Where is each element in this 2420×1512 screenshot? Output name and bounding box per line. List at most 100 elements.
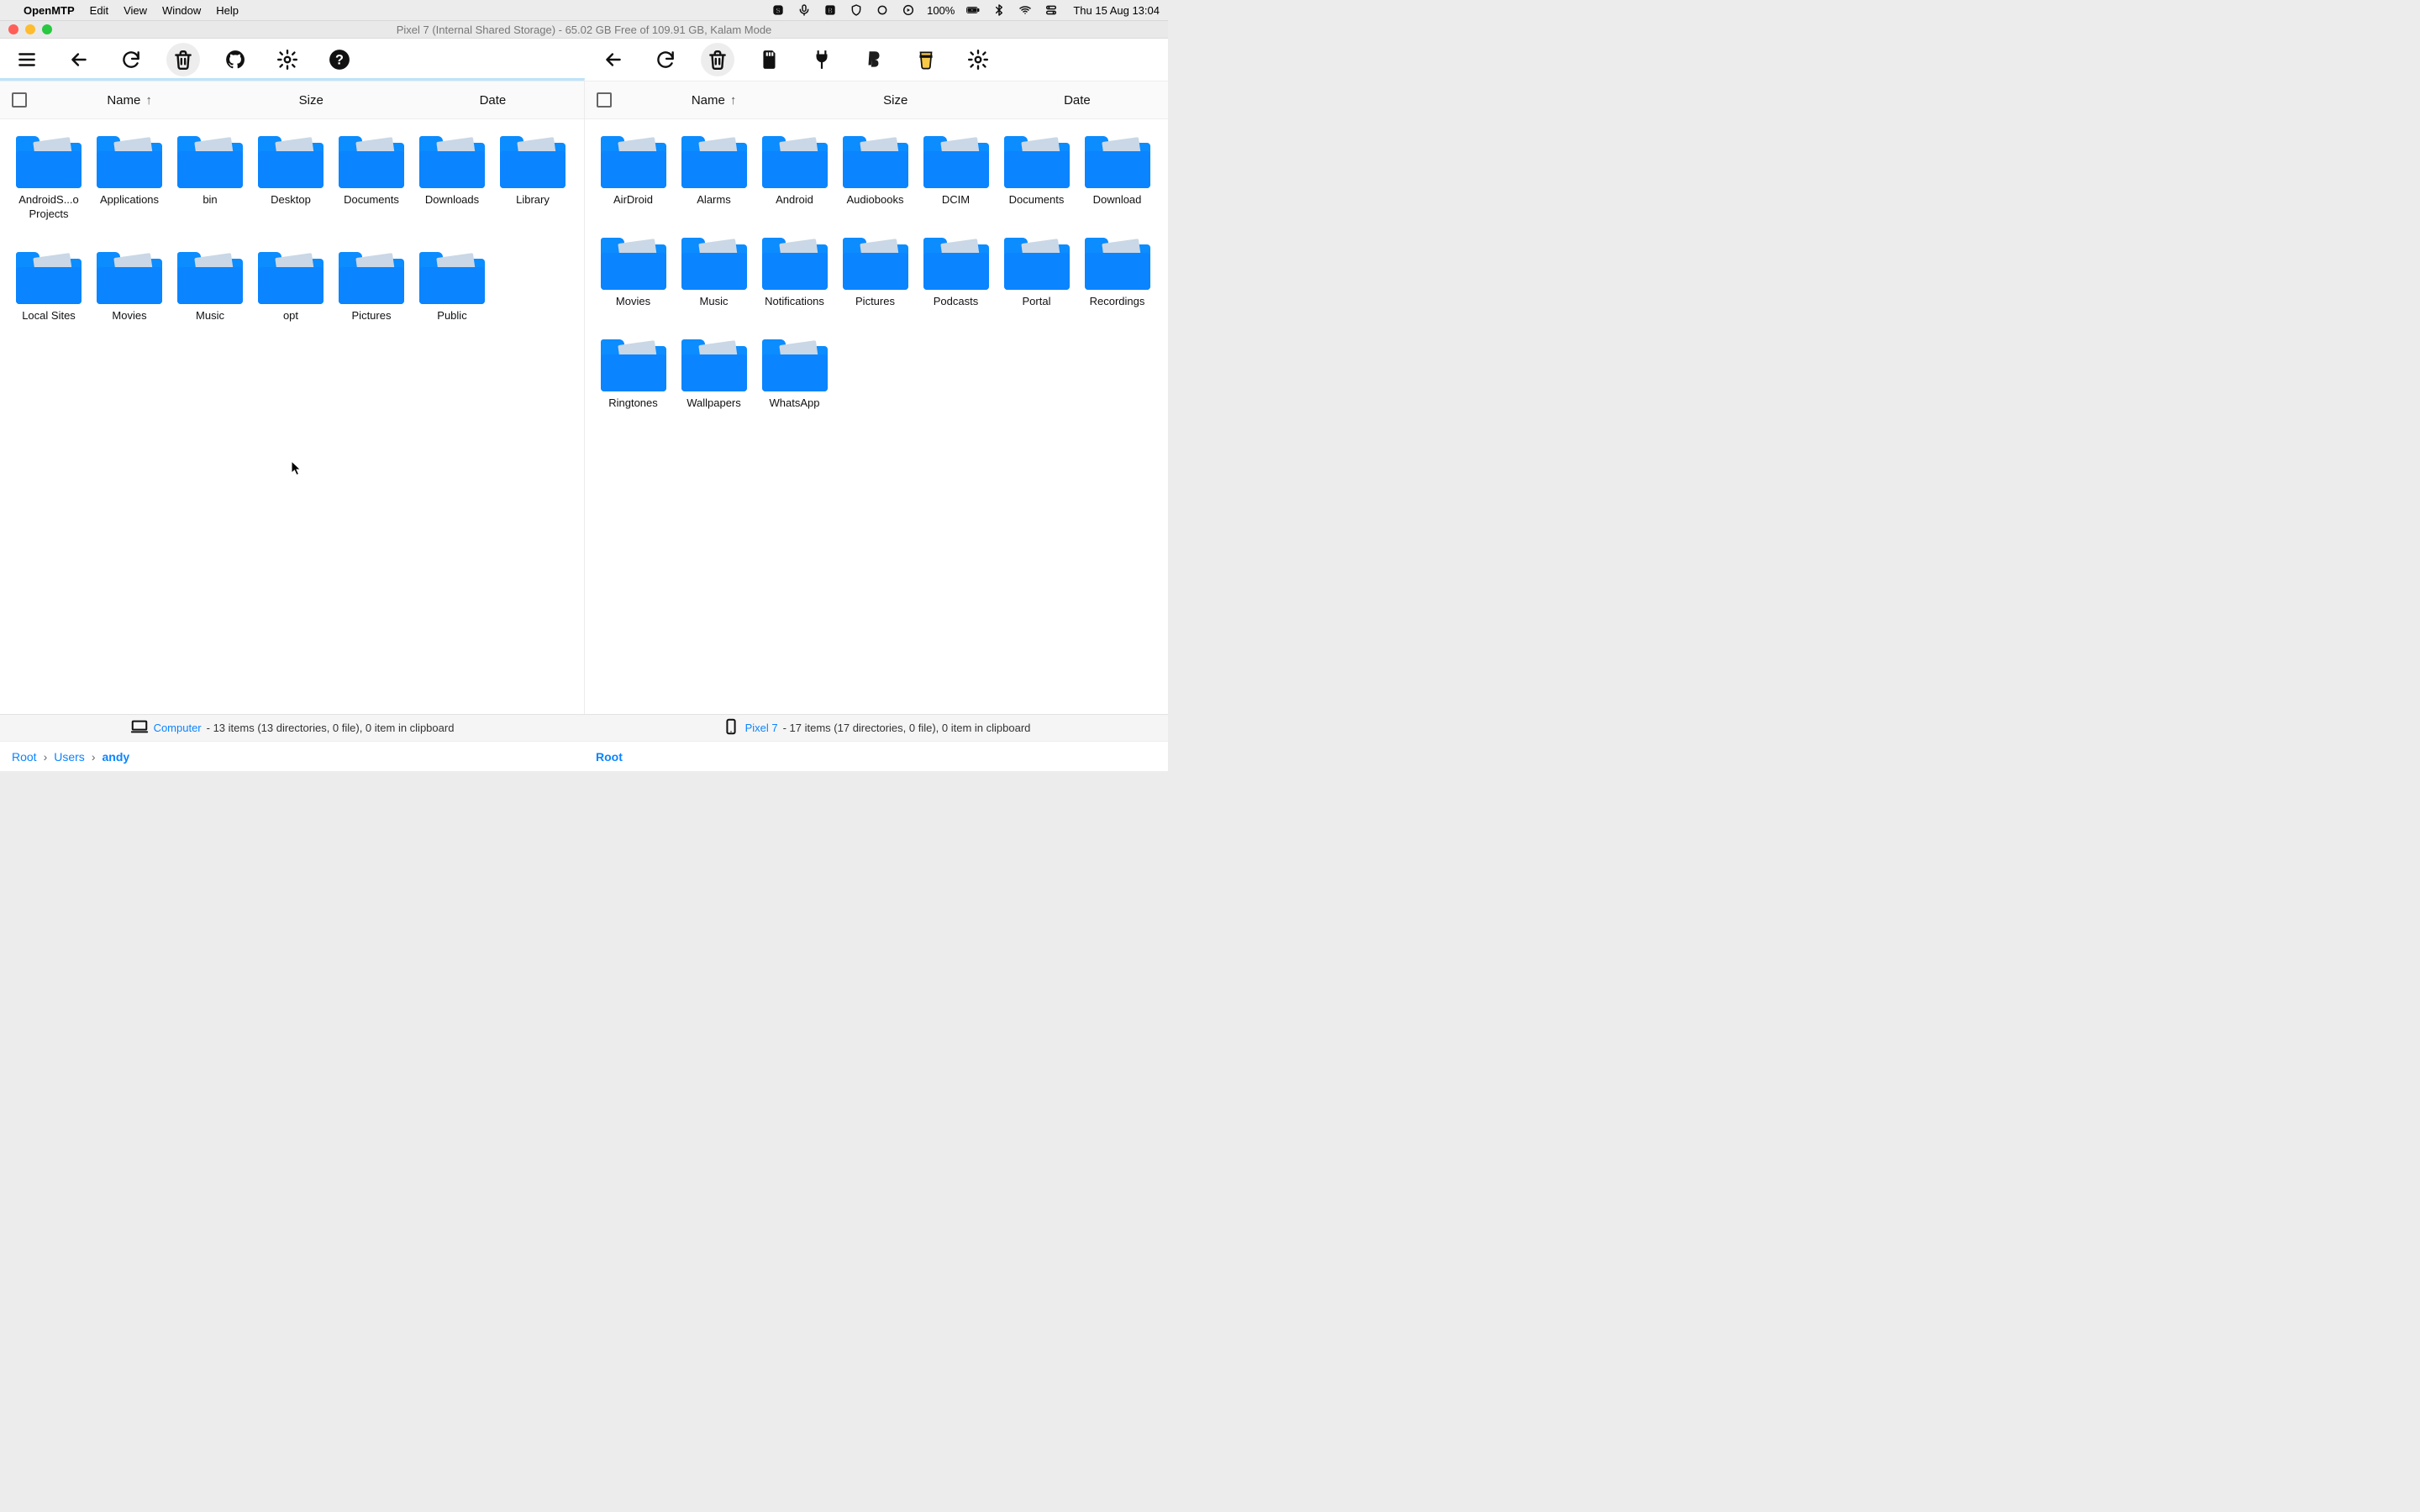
folder-item[interactable]: WhatsApp xyxy=(755,334,835,411)
menu-edit[interactable]: Edit xyxy=(90,4,108,17)
folder-item[interactable]: Pictures xyxy=(331,247,412,323)
settings-button[interactable] xyxy=(271,43,304,76)
back-button-right[interactable] xyxy=(597,43,630,76)
folder-item[interactable]: Music xyxy=(674,233,755,309)
folder-item[interactable]: Local Sites xyxy=(8,247,89,323)
folder-label: Pictures xyxy=(352,309,392,323)
menubar-app-name[interactable]: OpenMTP xyxy=(24,4,75,17)
status-battery-icon[interactable] xyxy=(965,3,981,18)
folder-item[interactable]: Android xyxy=(755,131,835,207)
settings-button-right[interactable] xyxy=(961,43,995,76)
folder-item[interactable]: Applications xyxy=(89,131,170,222)
folder-item[interactable]: opt xyxy=(250,247,331,323)
left-file-grid[interactable]: AndroidS...o Projects Applications bin D… xyxy=(0,119,584,714)
folder-item[interactable]: Downloads xyxy=(412,131,492,222)
col-name-left[interactable]: Name↑ xyxy=(39,93,220,108)
close-window-button[interactable] xyxy=(8,24,18,34)
folder-item[interactable]: AndroidS...o Projects xyxy=(8,131,89,222)
col-size-left[interactable]: Size xyxy=(220,93,402,108)
folder-label: AndroidS...o Projects xyxy=(8,193,89,222)
right-column-header: Name↑ Size Date xyxy=(585,81,1169,119)
folder-label: Documents xyxy=(344,193,399,207)
folder-item[interactable]: Wallpapers xyxy=(674,334,755,411)
folder-item[interactable]: Movies xyxy=(89,247,170,323)
status-play-icon[interactable] xyxy=(901,3,916,18)
folder-icon xyxy=(762,334,828,391)
status-mic-icon[interactable] xyxy=(797,3,812,18)
folder-item[interactable]: bin xyxy=(170,131,250,222)
col-size-right[interactable]: Size xyxy=(805,93,986,108)
folder-item[interactable]: Portal xyxy=(997,233,1077,309)
right-file-grid[interactable]: AirDroid Alarms Android Audiobooks xyxy=(585,119,1169,714)
left-status-device[interactable]: Computer xyxy=(154,722,202,734)
folder-label: Movies xyxy=(616,295,650,309)
folder-item[interactable]: Documents xyxy=(997,131,1077,207)
right-toolbar xyxy=(581,39,1168,80)
folder-item[interactable]: Download xyxy=(1077,131,1158,207)
folder-label: Alarms xyxy=(697,193,730,207)
help-button[interactable]: ? xyxy=(323,43,356,76)
folder-item[interactable]: Movies xyxy=(593,233,674,309)
folder-label: AirDroid xyxy=(613,193,653,207)
folder-item[interactable]: Recordings xyxy=(1077,233,1158,309)
delete-button[interactable] xyxy=(166,43,200,76)
delete-button-right[interactable] xyxy=(701,43,734,76)
folder-item[interactable]: DCIM xyxy=(916,131,997,207)
col-date-left[interactable]: Date xyxy=(402,93,583,108)
select-all-checkbox-left[interactable] xyxy=(12,92,27,108)
folder-icon xyxy=(1085,233,1150,290)
folder-item[interactable]: AirDroid xyxy=(593,131,674,207)
minimize-window-button[interactable] xyxy=(25,24,35,34)
status-app-b-icon[interactable]: B xyxy=(823,3,838,18)
folder-icon xyxy=(1004,233,1070,290)
folder-item[interactable]: Library xyxy=(492,131,573,222)
folder-icon xyxy=(923,131,989,188)
folder-item[interactable]: Music xyxy=(170,247,250,323)
right-status-device[interactable]: Pixel 7 xyxy=(745,722,778,734)
folder-item[interactable]: Audiobooks xyxy=(835,131,916,207)
folder-item[interactable]: Pictures xyxy=(835,233,916,309)
folder-label: Wallpapers xyxy=(687,396,741,411)
breadcrumb-segment[interactable]: Root xyxy=(12,750,37,764)
status-wifi-icon[interactable] xyxy=(1018,3,1033,18)
status-datetime[interactable]: Thu 15 Aug 13:04 xyxy=(1073,4,1160,17)
col-name-right[interactable]: Name↑ xyxy=(623,93,805,108)
col-date-right[interactable]: Date xyxy=(986,93,1168,108)
folder-item[interactable]: Public xyxy=(412,247,492,323)
status-shield-icon[interactable] xyxy=(849,3,864,18)
folder-item[interactable]: Documents xyxy=(331,131,412,222)
folder-item[interactable]: Podcasts xyxy=(916,233,997,309)
breadcrumb-segment[interactable]: andy xyxy=(102,750,129,764)
plug-button[interactable] xyxy=(805,43,839,76)
refresh-button-right[interactable] xyxy=(649,43,682,76)
folder-item[interactable]: Alarms xyxy=(674,131,755,207)
breadcrumb-segment[interactable]: Users xyxy=(54,750,85,764)
window-title: Pixel 7 (Internal Shared Storage) - 65.0… xyxy=(397,24,772,36)
folder-icon xyxy=(177,247,243,304)
breadcrumb-segment[interactable]: Root xyxy=(596,750,623,764)
folder-item[interactable]: Desktop xyxy=(250,131,331,222)
menu-button[interactable] xyxy=(10,43,44,76)
menu-help[interactable]: Help xyxy=(216,4,239,17)
window-traffic-lights[interactable] xyxy=(8,24,52,34)
refresh-button[interactable] xyxy=(114,43,148,76)
status-bluetooth-icon[interactable] xyxy=(992,3,1007,18)
right-pane: Name↑ Size Date AirDroid Alarms Android xyxy=(585,81,1169,714)
chevron-right-icon: › xyxy=(92,750,96,764)
back-button[interactable] xyxy=(62,43,96,76)
select-all-checkbox-right[interactable] xyxy=(597,92,612,108)
folder-item[interactable]: Notifications xyxy=(755,233,835,309)
status-circle-icon[interactable] xyxy=(875,3,890,18)
folder-item[interactable]: Ringtones xyxy=(593,334,674,411)
paypal-button[interactable] xyxy=(857,43,891,76)
buy-coffee-button[interactable] xyxy=(909,43,943,76)
fullscreen-window-button[interactable] xyxy=(42,24,52,34)
folder-icon xyxy=(419,131,485,188)
menu-view[interactable]: View xyxy=(124,4,147,17)
folder-icon xyxy=(500,131,566,188)
github-button[interactable] xyxy=(218,43,252,76)
menu-window[interactable]: Window xyxy=(162,4,201,17)
status-control-center-icon[interactable] xyxy=(1044,3,1059,18)
status-skype-icon[interactable]: S xyxy=(771,3,786,18)
sd-card-button[interactable] xyxy=(753,43,786,76)
